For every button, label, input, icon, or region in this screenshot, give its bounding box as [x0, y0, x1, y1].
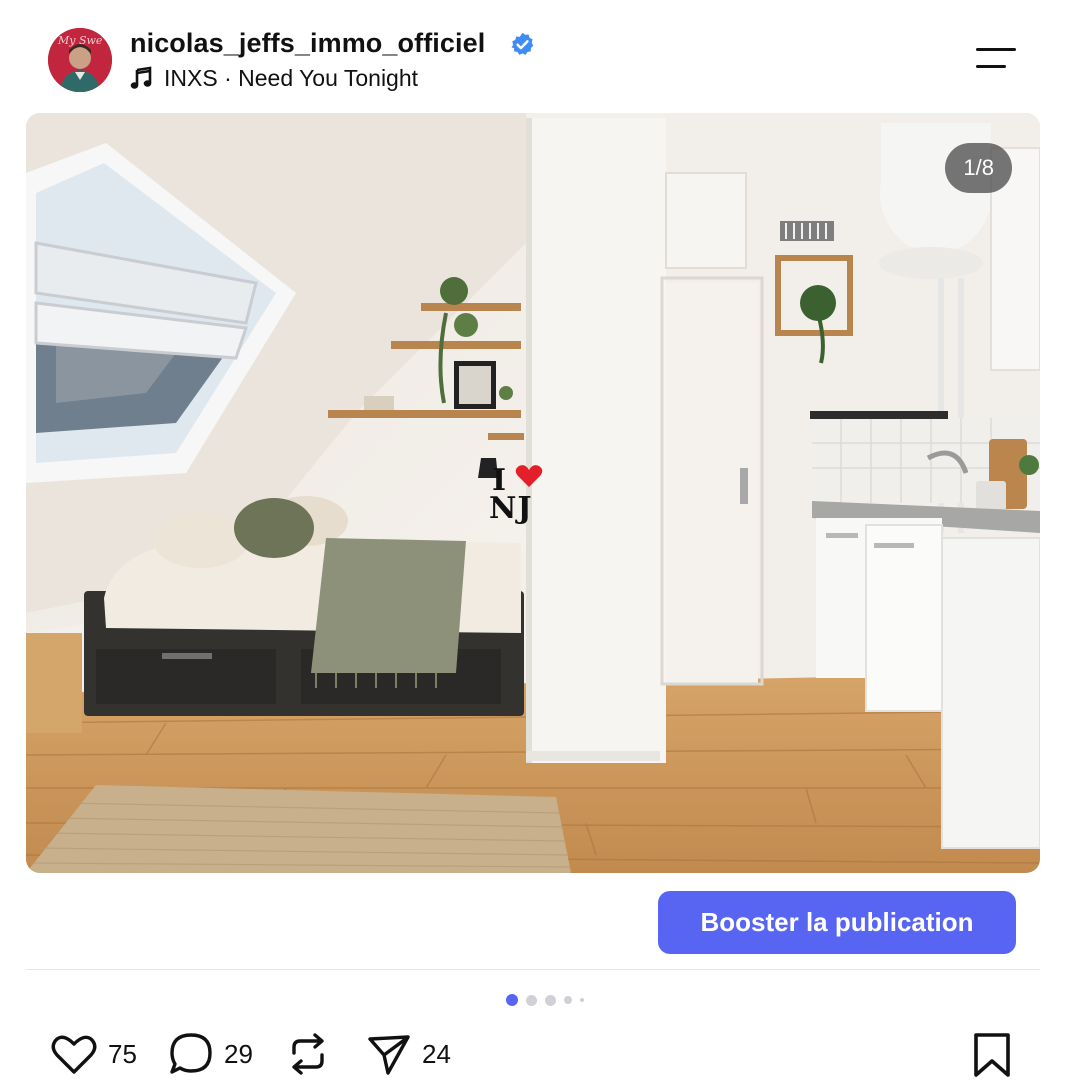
avatar-image: My Swe — [48, 28, 112, 92]
music-note-icon — [130, 66, 152, 89]
carousel-dot[interactable] — [580, 998, 584, 1002]
share-button[interactable]: 24 — [366, 1031, 451, 1077]
bookmark-icon — [974, 1033, 1010, 1077]
repost-button[interactable] — [286, 1031, 330, 1077]
carousel-dot[interactable] — [545, 994, 556, 1006]
carousel-dot-active[interactable] — [506, 994, 518, 1006]
music-row[interactable]: INXS · Need You Tonight — [130, 64, 418, 92]
send-icon — [368, 1035, 410, 1075]
repost-icon — [292, 1033, 324, 1075]
heart-icon — [515, 465, 543, 487]
comment-button[interactable]: 29 — [168, 1031, 253, 1077]
boost-post-button[interactable]: Booster la publication — [658, 891, 1016, 954]
carousel-dot[interactable] — [526, 994, 537, 1006]
share-count: 24 — [422, 1038, 451, 1069]
like-count: 75 — [108, 1038, 137, 1069]
comment-icon — [170, 1033, 212, 1074]
username[interactable]: nicolas_jeffs_immo_officiel — [130, 28, 485, 59]
comment-count: 29 — [224, 1038, 253, 1069]
room-photo — [26, 113, 1040, 873]
avatar[interactable]: My Swe — [48, 28, 112, 92]
bookmark-button[interactable] — [972, 1032, 1012, 1078]
music-track: INXS · Need You Tonight — [164, 64, 419, 91]
image-counter: 1/8 — [945, 143, 1012, 193]
post-image[interactable]: 1/8 I NJ — [26, 113, 1040, 873]
overlay-text-nj: NJ — [489, 491, 533, 526]
carousel-dot[interactable] — [564, 996, 572, 1004]
action-bar: 75 29 24 — [0, 1025, 1068, 1082]
post-header: My Swe nicolas_jeffs_immo_officiel INXS … — [0, 0, 1068, 110]
heart-outline-icon — [51, 1035, 97, 1074]
verified-badge-icon — [511, 32, 534, 55]
like-button[interactable]: 75 — [50, 1031, 137, 1077]
carousel-indicator — [506, 993, 592, 1007]
divider — [26, 969, 1040, 970]
menu-icon[interactable] — [974, 44, 1018, 74]
